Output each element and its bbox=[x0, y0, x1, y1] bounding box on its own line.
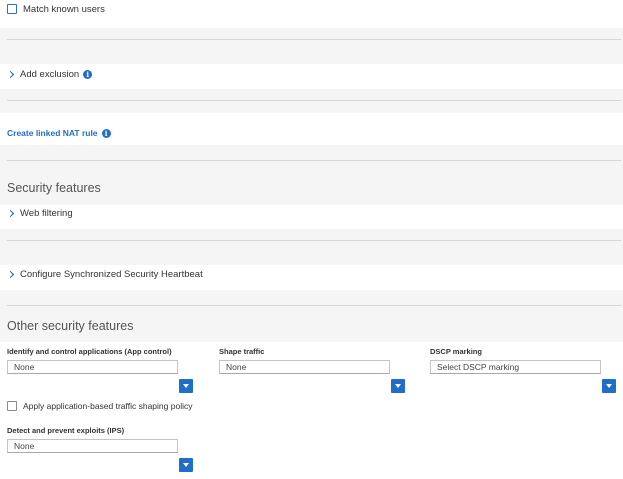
app-control-label: Identify and control applications (App c… bbox=[7, 347, 172, 356]
app-control-dropdown-button[interactable] bbox=[179, 379, 193, 393]
app-shaping-checkbox[interactable] bbox=[7, 401, 17, 411]
shape-traffic-dropdown-button[interactable] bbox=[391, 379, 405, 393]
section-band bbox=[0, 290, 623, 342]
app-shaping-row[interactable]: Apply application-based traffic shaping … bbox=[7, 400, 192, 412]
match-known-users-row[interactable]: Match known users bbox=[7, 3, 105, 15]
other-security-features-heading: Other security features bbox=[7, 319, 134, 333]
heartbeat-label: Configure Synchronized Security Heartbea… bbox=[20, 268, 203, 280]
dscp-marking-label: DSCP marking bbox=[430, 347, 482, 356]
heartbeat-toggle[interactable]: Configure Synchronized Security Heartbea… bbox=[6, 268, 203, 280]
info-icon[interactable]: i bbox=[101, 128, 111, 138]
dscp-marking-select[interactable]: Select DSCP marking bbox=[430, 360, 601, 374]
create-linked-nat-rule-link[interactable]: Create linked NAT rule bbox=[7, 128, 98, 138]
section-band bbox=[0, 145, 623, 205]
match-known-users-label: Match known users bbox=[23, 3, 105, 15]
chevron-right-icon bbox=[6, 209, 15, 217]
shape-traffic-label: Shape traffic bbox=[219, 347, 265, 356]
ips-label: Detect and prevent exploits (IPS) bbox=[7, 426, 125, 435]
chevron-right-icon bbox=[6, 70, 15, 78]
create-linked-nat-rule[interactable]: Create linked NAT rule i bbox=[7, 127, 111, 139]
add-exclusion-label: Add exclusion bbox=[20, 68, 80, 80]
divider bbox=[7, 240, 621, 241]
section-band bbox=[0, 28, 623, 64]
divider bbox=[7, 160, 621, 161]
section-band bbox=[0, 229, 623, 265]
divider bbox=[7, 39, 621, 40]
app-control-select[interactable]: None bbox=[7, 360, 178, 374]
dscp-marking-dropdown-button[interactable] bbox=[602, 379, 616, 393]
match-known-users-checkbox[interactable] bbox=[7, 4, 17, 14]
web-filtering-toggle[interactable]: Web filtering bbox=[6, 207, 73, 219]
web-filtering-label: Web filtering bbox=[20, 207, 73, 219]
shape-traffic-select[interactable]: None bbox=[219, 360, 390, 374]
chevron-right-icon bbox=[6, 270, 15, 278]
divider bbox=[7, 305, 621, 306]
ips-dropdown-button[interactable] bbox=[179, 458, 193, 472]
ips-select[interactable]: None bbox=[7, 439, 178, 453]
app-shaping-label: Apply application-based traffic shaping … bbox=[23, 401, 193, 411]
security-features-heading: Security features bbox=[7, 181, 101, 195]
add-exclusion-toggle[interactable]: Add exclusion i bbox=[6, 68, 93, 80]
info-icon[interactable]: i bbox=[83, 69, 93, 79]
divider bbox=[7, 100, 621, 101]
section-band bbox=[0, 89, 623, 113]
